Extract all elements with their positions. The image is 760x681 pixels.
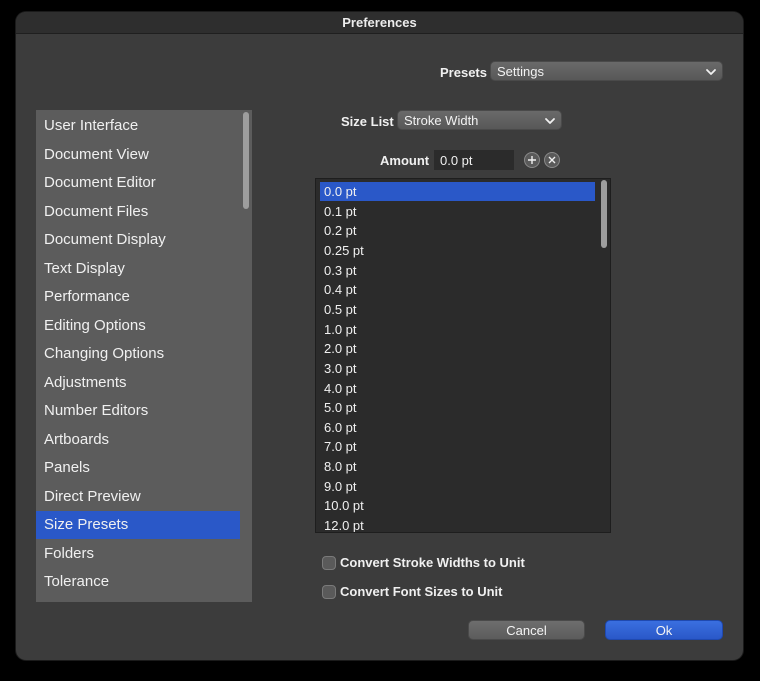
size-list-item[interactable]: 0.1 pt xyxy=(320,202,595,221)
sidebar-item-number-editors[interactable]: Number Editors xyxy=(36,397,240,425)
sidebar-item-size-presets[interactable]: Size Presets xyxy=(36,511,240,539)
size-list-scroll-thumb[interactable] xyxy=(601,180,607,248)
chevron-down-icon xyxy=(545,118,555,124)
size-list-item[interactable]: 0.25 pt xyxy=(320,241,595,260)
sidebar-item-document-files[interactable]: Document Files xyxy=(36,198,240,226)
sidebar-item-panels[interactable]: Panels xyxy=(36,454,240,482)
size-list-item[interactable]: 8.0 pt xyxy=(320,457,595,476)
size-list-item[interactable]: 0.2 pt xyxy=(320,221,595,240)
sidebar-item-document-view[interactable]: Document View xyxy=(36,141,240,169)
sidebar-item-editing-options[interactable]: Editing Options xyxy=(36,312,240,340)
presets-label: Presets xyxy=(440,65,487,80)
size-list-item[interactable]: 5.0 pt xyxy=(320,398,595,417)
size-list-value: Stroke Width xyxy=(404,113,479,128)
sidebar-item-changing-options[interactable]: Changing Options xyxy=(36,340,240,368)
sidebar-scroll-thumb[interactable] xyxy=(243,112,249,209)
preferences-window: Preferences Presets Settings User Interf… xyxy=(16,12,743,660)
sidebar-item-artboards[interactable]: Artboards xyxy=(36,426,240,454)
chevron-down-icon xyxy=(706,69,716,75)
size-list-item[interactable]: 12.0 pt xyxy=(320,516,595,532)
amount-label: Amount xyxy=(380,153,430,168)
sidebar-item-text-display[interactable]: Text Display xyxy=(36,255,240,283)
preferences-sidebar: User Interface Document View Document Edit… xyxy=(36,110,241,602)
size-list-item[interactable]: 1.0 pt xyxy=(320,320,595,339)
size-list-item[interactable]: 0.3 pt xyxy=(320,261,595,280)
size-list[interactable]: 0.0 pt 0.1 pt 0.2 pt 0.25 pt 0.3 pt 0.4 pt 0.5… xyxy=(315,178,611,533)
size-list-item[interactable]: 10.0 pt xyxy=(320,496,595,515)
sidebar-item-user-interface[interactable]: User Interface xyxy=(36,112,240,140)
sidebar-item-adjustments[interactable]: Adjustments xyxy=(36,369,240,397)
amount-input[interactable] xyxy=(434,150,514,170)
size-list-item[interactable]: 6.0 pt xyxy=(320,418,595,437)
ok-button[interactable]: Ok xyxy=(605,620,723,640)
remove-size-button[interactable] xyxy=(544,152,560,168)
cancel-button[interactable]: Cancel xyxy=(468,620,585,640)
sidebar-item-document-editor[interactable]: Document Editor xyxy=(36,169,240,197)
size-list-item[interactable]: 0.5 pt xyxy=(320,300,595,319)
presets-popup[interactable]: Settings xyxy=(490,61,723,81)
size-list-item[interactable]: 4.0 pt xyxy=(320,379,595,398)
sidebar-item-direct-preview[interactable]: Direct Preview xyxy=(36,483,240,511)
size-list-item[interactable]: 3.0 pt xyxy=(320,359,595,378)
sidebar-item-tolerance[interactable]: Tolerance xyxy=(36,568,240,596)
presets-value: Settings xyxy=(497,64,544,79)
sidebar-item-folders[interactable]: Folders xyxy=(36,540,240,568)
size-list-item[interactable]: 0.4 pt xyxy=(320,280,595,299)
sidebar-item-performance[interactable]: Performance xyxy=(36,283,240,311)
window-title: Preferences xyxy=(16,12,743,34)
convert-stroke-checkbox[interactable] xyxy=(322,556,336,570)
size-list-item[interactable]: 0.0 pt xyxy=(320,182,595,201)
plus-icon xyxy=(528,156,536,164)
add-size-button[interactable] xyxy=(524,152,540,168)
close-icon xyxy=(548,156,556,164)
convert-font-checkbox[interactable] xyxy=(322,585,336,599)
size-list-item[interactable]: 2.0 pt xyxy=(320,339,595,358)
size-list-label: Size List xyxy=(341,114,394,129)
size-list-item[interactable]: 9.0 pt xyxy=(320,477,595,496)
convert-stroke-label: Convert Stroke Widths to Unit xyxy=(340,555,525,570)
size-list-popup[interactable]: Stroke Width xyxy=(397,110,562,130)
convert-font-label: Convert Font Sizes to Unit xyxy=(340,584,503,599)
size-list-item[interactable]: 7.0 pt xyxy=(320,437,595,456)
sidebar-item-document-display[interactable]: Document Display xyxy=(36,226,240,254)
